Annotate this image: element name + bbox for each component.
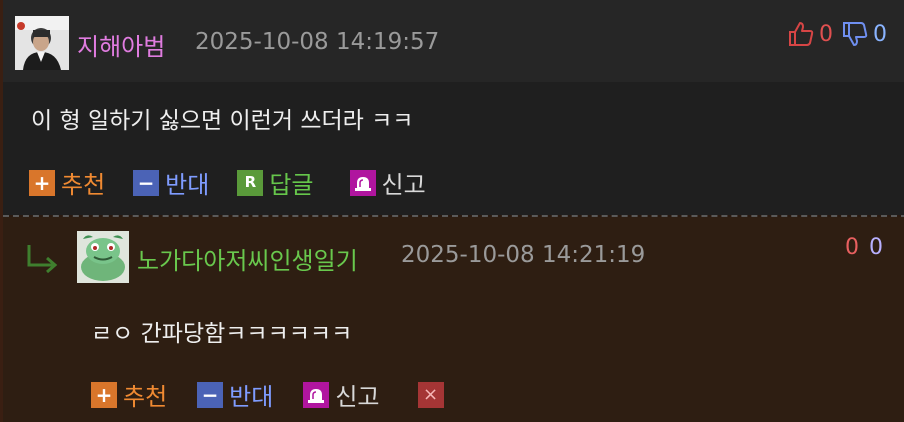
r-reply-icon: R xyxy=(237,169,264,196)
recommend-button[interactable]: + 추천 xyxy=(91,377,167,412)
avatar[interactable] xyxy=(77,231,129,283)
comment-text: ㄹㅇ 간파당함ㅋㅋㅋㅋㅋㅋ xyxy=(91,321,353,347)
oppose-button[interactable]: − 반대 xyxy=(197,377,273,412)
report-label: 신고 xyxy=(381,171,426,199)
report-button[interactable]: 신고 xyxy=(349,165,426,200)
vote-counter: 0 0 xyxy=(787,20,887,48)
close-icon: × xyxy=(417,381,444,408)
vote-counter: 0 0 xyxy=(845,235,883,260)
downvote-count: 0 xyxy=(873,21,887,47)
siren-icon xyxy=(303,381,330,408)
reply-button[interactable]: R 답글 xyxy=(237,165,314,200)
comment-actions: + 추천 − 반대 신고 × xyxy=(91,377,474,412)
oppose-button[interactable]: − 반대 xyxy=(133,165,209,200)
oppose-label: 반대 xyxy=(229,383,274,411)
comment-thread: 지해아범 2025-10-08 14:19:57 0 0 이 형 일하기 싫으면… xyxy=(0,0,904,422)
recommend-label: 추천 xyxy=(61,171,106,199)
recommend-label: 추천 xyxy=(123,383,168,411)
comment-actions: + 추천 − 반대 R 답글 신고 xyxy=(29,165,454,200)
minus-icon: − xyxy=(197,381,224,408)
thumbs-up-icon[interactable] xyxy=(787,20,815,48)
comment-header: 지해아범 2025-10-08 14:19:57 0 0 xyxy=(3,0,904,82)
oppose-label: 반대 xyxy=(165,171,210,199)
thumbs-down-icon[interactable] xyxy=(841,20,869,48)
upvote-count: 0 xyxy=(845,235,859,260)
recommend-button[interactable]: + 추천 xyxy=(29,165,105,200)
downvote-count: 0 xyxy=(869,235,883,260)
reply-comment: 노가다아저씨인생일기 2025-10-08 14:21:19 0 0 ㄹㅇ 간파… xyxy=(3,217,904,422)
upvote-count: 0 xyxy=(819,21,833,47)
plus-icon: + xyxy=(29,169,55,196)
plus-icon: + xyxy=(91,381,117,408)
reply-label: 답글 xyxy=(269,171,314,199)
author-nickname[interactable]: 노가다아저씨인생일기 xyxy=(137,241,358,276)
report-button[interactable]: 신고 xyxy=(303,377,380,412)
minus-icon: − xyxy=(133,169,160,196)
siren-icon xyxy=(349,169,376,196)
report-label: 신고 xyxy=(335,383,380,411)
avatar[interactable] xyxy=(15,16,69,70)
comment-timestamp: 2025-10-08 14:19:57 xyxy=(195,29,440,55)
reply-arrow-icon xyxy=(27,245,58,273)
comment-text: 이 형 일하기 싫으면 이런거 쓰더라 ㅋㅋ xyxy=(31,108,414,134)
author-nickname[interactable]: 지해아범 xyxy=(77,27,165,62)
comment: 지해아범 2025-10-08 14:19:57 0 0 이 형 일하기 싫으면… xyxy=(3,0,904,215)
comment-timestamp: 2025-10-08 14:21:19 xyxy=(401,242,646,268)
delete-button[interactable]: × xyxy=(417,381,444,408)
